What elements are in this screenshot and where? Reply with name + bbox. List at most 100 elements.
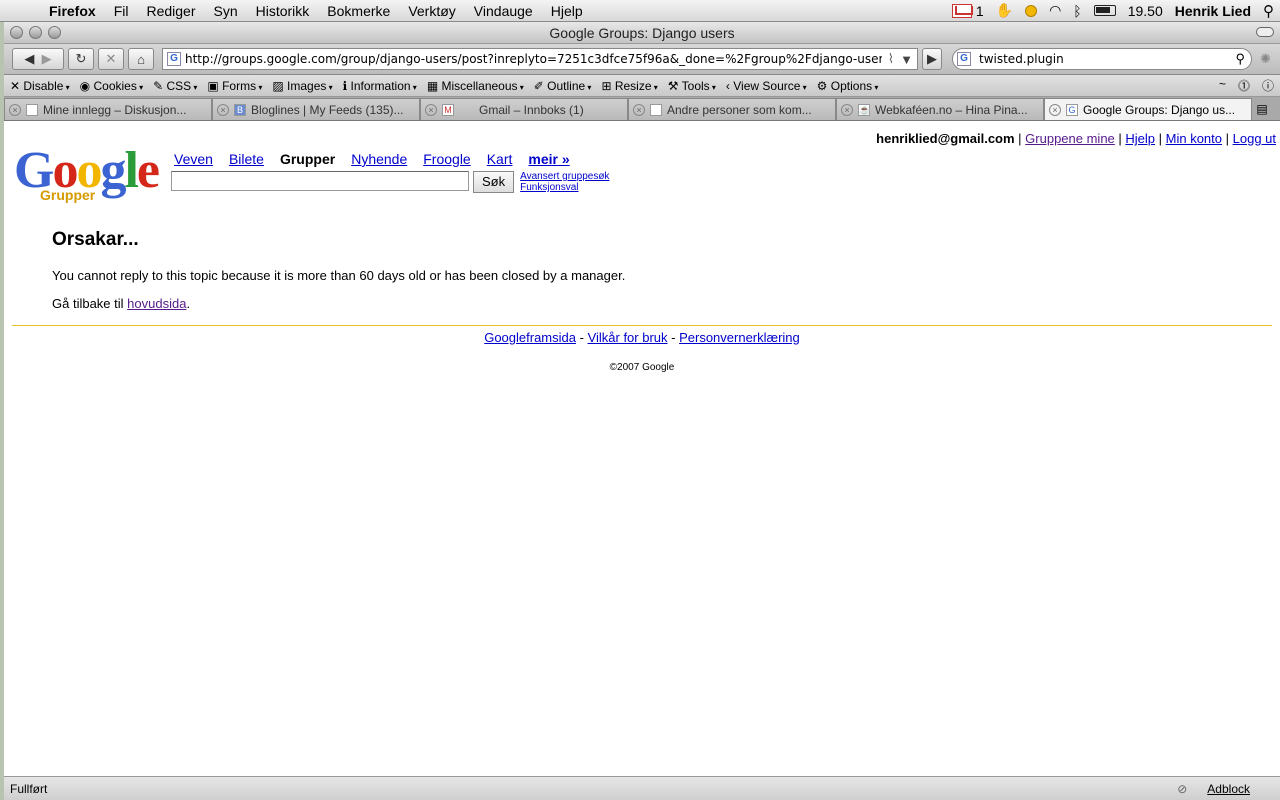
gmail-count: 1 [975,2,984,19]
minimize-window-button[interactable] [29,26,42,39]
footer-personvern[interactable]: Personvernerklæring [679,330,800,345]
menu-rediger[interactable]: Rediger [137,0,204,22]
nav-grupper: Grupper [279,151,336,167]
tab-close-icon[interactable]: × [1049,103,1061,116]
toolbar-toggle-button[interactable] [1256,27,1274,37]
devbar-options[interactable]: ⚙ Options [817,79,879,93]
menu-historikk[interactable]: Historikk [247,0,319,22]
menubar-user[interactable]: Henrik Lied [1175,3,1251,19]
search-input[interactable]: twisted.plugin [975,52,1235,66]
battery-icon[interactable] [1093,5,1116,16]
mac-menubar: Firefox Fil Rediger Syn Historikk Bokmer… [0,0,1280,22]
link-gruppene-mine[interactable]: Gruppene mine [1025,131,1115,146]
tab-webkafeen[interactable]: × ☕ Webkaféen.no – Hina Pina... [836,98,1044,120]
groups-search-input[interactable] [171,171,469,191]
link-logg-ut[interactable]: Logg ut [1233,131,1276,146]
nav-froogle[interactable]: Froogle [423,151,470,167]
footer-vilkar[interactable]: Vilkår for bruk [588,330,668,345]
stop-button[interactable]: ✕ [98,48,124,70]
devbar-css[interactable]: ✎ CSS [153,79,197,93]
devbar-view-source[interactable]: ‹ View Source [726,79,807,93]
menu-hjelp[interactable]: Hjelp [542,0,592,22]
rss-icon[interactable]: ⌇ [888,51,894,67]
gmail-notifier-icon[interactable] [951,3,972,18]
site-favicon-icon: G [167,52,181,66]
tab-close-icon[interactable]: × [633,103,645,116]
back-arrow-icon[interactable]: ◀ [24,51,34,67]
noscript-icon[interactable]: ⊘ [1177,782,1187,796]
go-arrow-icon: ▶ [927,51,937,66]
devbar-cookies[interactable]: ◉ Cookies [80,79,143,93]
devbar-information[interactable]: ℹ Information [343,79,417,93]
devbar-options-label: Options [830,78,873,93]
url-bar[interactable]: G http://groups.google.com/group/django-… [162,48,918,70]
advanced-search-link[interactable]: Avansert gruppesøk [520,171,609,182]
devbar-tools[interactable]: ⚒ Tools [668,79,716,93]
tab-andre-personer[interactable]: × Andre personer som kom... [628,98,836,120]
search-magnifier-icon[interactable]: ⚲ [1235,51,1245,67]
growl-icon[interactable]: ✋ [996,2,1013,19]
back-home-link[interactable]: hovudsida [127,296,186,311]
devbar-images[interactable]: ▨ Images [272,79,332,93]
reload-button[interactable]: ↻ [68,48,94,70]
advanced-links: Avansert gruppesøk Funksjonsval [520,171,609,193]
close-window-button[interactable] [10,26,23,39]
menu-fil[interactable]: Fil [105,0,138,22]
devbar-tools-label: Tools [681,78,710,93]
info-icon[interactable]: ⓘ [1262,77,1274,94]
nav-veven[interactable]: Veven [174,151,213,167]
adblock-button[interactable]: Adblock [1207,782,1250,796]
menu-bokmerke[interactable]: Bokmerke [318,0,399,22]
tab-list-icon[interactable]: ▤ [1252,98,1272,120]
tab-gmail[interactable]: × M Gmail – Innboks (1) [420,98,628,120]
groups-search-button[interactable]: Søk [473,171,515,193]
devbar-miscellaneous[interactable]: ▦ Miscellaneous [427,79,524,93]
tab-label: Bloglines | My Feeds (135)... [251,102,404,117]
window-titlebar[interactable]: Google Groups: Django users [4,22,1280,44]
tab-mine-innlegg[interactable]: × Mine innlegg – Diskusjon... [4,98,212,120]
menu-syn[interactable]: Syn [205,0,247,22]
devbar-forms[interactable]: ▣ Forms [207,79,262,93]
devbar-view-source-label: View Source [733,78,801,93]
back-forward-button[interactable]: ◀ ▶ [12,48,64,70]
spotlight-icon[interactable]: ⚲ [1263,2,1274,20]
tab-google-groups[interactable]: × G Google Groups: Django us... [1044,98,1252,120]
tilde-icon[interactable]: ~ [1219,77,1226,94]
menu-vindauge[interactable]: Vindauge [465,0,542,22]
link-hjelp[interactable]: Hjelp [1125,131,1155,146]
bloglines-favicon-icon: B [234,103,246,116]
link-min-konto[interactable]: Min konto [1166,131,1222,146]
tab-close-icon[interactable]: × [217,103,229,116]
google-groups-logo[interactable]: Google Grupper [14,145,164,205]
wifi-icon[interactable]: ◠ [1049,2,1061,19]
forward-arrow-icon[interactable]: ▶ [42,51,52,67]
search-engine-icon[interactable]: G [957,52,971,66]
tab-close-icon[interactable]: × [425,103,437,116]
nav-nyhende[interactable]: Nyhende [351,151,407,167]
tab-close-icon[interactable]: × [841,103,853,116]
menubar-clock[interactable]: 19.50 [1128,3,1163,19]
home-button[interactable]: ⌂ [128,48,154,70]
tab-bloglines[interactable]: × B Bloglines | My Feeds (135)... [212,98,420,120]
search-bar[interactable]: G twisted.plugin ⚲ [952,48,1252,70]
status-dot-icon[interactable] [1025,4,1038,17]
go-button[interactable]: ▶ [922,48,942,70]
menu-app-firefox[interactable]: Firefox [40,0,105,22]
nav-kart[interactable]: Kart [487,151,513,167]
preferences-link[interactable]: Funksjonsval [520,182,609,193]
zoom-window-button[interactable] [48,26,61,39]
devbar-disable[interactable]: ✕ Disable [10,79,70,93]
warning-icon[interactable]: ⓵ [1238,77,1250,94]
devbar-resize[interactable]: ⊞ Resize [601,79,657,93]
devbar-outline[interactable]: ✐ Outline [534,79,592,93]
home-icon: ⌂ [137,51,145,67]
url-text[interactable]: http://groups.google.com/group/django-us… [185,52,882,66]
url-dropdown-icon[interactable]: ▼ [900,52,913,67]
nav-meir[interactable]: meir » [528,151,569,167]
menu-verktoy[interactable]: Verktøy [399,0,464,22]
tab-label: Gmail – Innboks (1) [479,102,584,117]
footer-googleframsida[interactable]: Googleframsida [484,330,576,345]
bluetooth-icon[interactable]: ᛒ [1073,3,1081,19]
tab-close-icon[interactable]: × [9,103,21,116]
nav-bilete[interactable]: Bilete [229,151,264,167]
